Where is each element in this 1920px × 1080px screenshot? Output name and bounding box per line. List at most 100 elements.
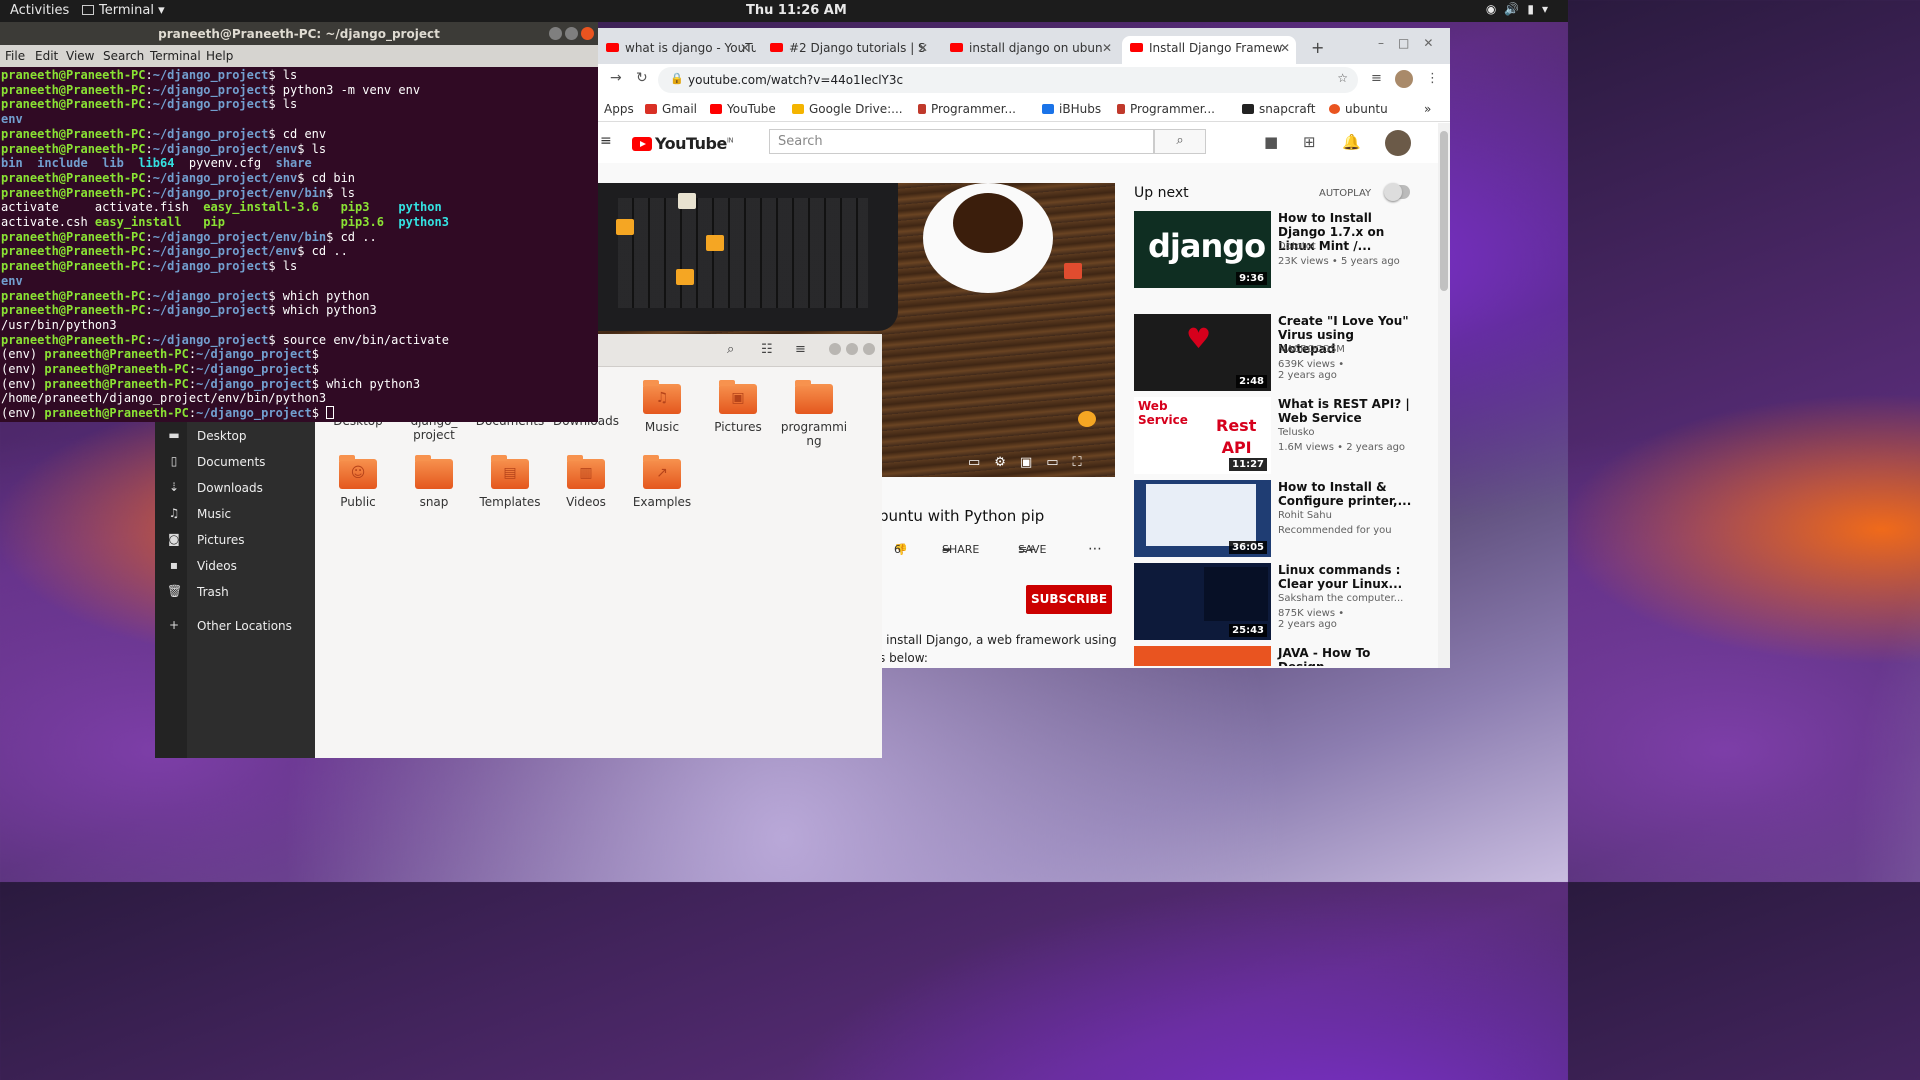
close-icon[interactable]: ✕ <box>1423 36 1447 50</box>
window-controls[interactable]: –□✕ <box>1378 36 1447 50</box>
folder-programming[interactable]: programmi ng <box>779 380 849 448</box>
youtube-logo[interactable]: YouTubeIN <box>632 134 734 153</box>
channel-name[interactable]: Telusko <box>1278 427 1314 438</box>
maximize-icon[interactable] <box>565 27 578 40</box>
tab-close-icon[interactable]: ✕ <box>918 41 928 55</box>
scrollbar-thumb[interactable] <box>1440 131 1448 291</box>
activities-button[interactable]: Activities <box>10 3 69 18</box>
folder-videos[interactable]: ▥ Videos <box>551 455 621 509</box>
video-thumbnail[interactable]: django 9:36 <box>1134 211 1271 288</box>
bookmark-snapcraft[interactable]: snapcraft <box>1242 102 1315 116</box>
bookmarks-overflow-button[interactable]: » <box>1424 102 1431 116</box>
page-scrollbar[interactable] <box>1438 123 1450 668</box>
fullscreen-icon[interactable]: ⛶ <box>1073 455 1096 470</box>
tab-close-icon[interactable]: ✕ <box>1280 41 1290 55</box>
new-tab-button[interactable]: + <box>1311 38 1324 57</box>
address-bar[interactable]: 🔒 youtube.com/watch?v=44o1IeclY3c ☆ <box>658 67 1358 93</box>
hamburger-menu-icon[interactable]: ≡ <box>600 133 612 149</box>
menu-edit[interactable]: Edit <box>35 49 58 63</box>
more-actions-icon[interactable]: ⋯ <box>1088 541 1102 557</box>
terminal-output[interactable]: praneeth@Praneeth-PC:~/django_project$ l… <box>1 68 449 421</box>
search-button[interactable]: ⌕ <box>1154 129 1206 154</box>
folder-music[interactable]: ♫ Music <box>627 380 697 434</box>
system-tray[interactable]: ◉🔊▮▾ <box>1486 2 1556 16</box>
reload-icon[interactable]: ↻ <box>636 70 648 86</box>
menu-view[interactable]: View <box>66 49 94 63</box>
folder-examples[interactable]: ↗ Examples <box>627 455 697 509</box>
recommended-video[interactable]: 25:43 Linux commands : Clear your Linux.… <box>1134 563 1418 641</box>
sidebar-item-downloads[interactable]: ⇣ Downloads <box>155 476 315 500</box>
recommended-video[interactable]: ♥ 2:48 Create "I Love You" Virus using No… <box>1134 314 1418 392</box>
bookmark-youtube[interactable]: YouTube <box>710 102 776 116</box>
browser-tab[interactable]: install django on ubun ✕ <box>942 36 1118 64</box>
recommended-video[interactable]: django 9:36 How to Install Django 1.7.x o… <box>1134 211 1418 289</box>
channel-name[interactable]: MACROCOSM <box>1278 344 1345 355</box>
autoplay-toggle[interactable] <box>1384 183 1410 201</box>
video-thumbnail[interactable]: 25:43 <box>1134 563 1271 640</box>
sidebar-item-desktop[interactable]: ▬ Desktop <box>155 424 315 448</box>
recommended-video[interactable]: 36:05 How to Install & Configure printer… <box>1134 480 1418 558</box>
menu-terminal[interactable]: Terminal <box>150 49 201 63</box>
minimize-icon[interactable]: – <box>1378 36 1398 50</box>
recommended-video[interactable]: Web Service Rest API 11:27 What is REST API… <box>1134 397 1418 475</box>
search-input[interactable]: Search <box>769 129 1154 154</box>
channel-name[interactable]: Rohit Sahu <box>1278 510 1332 521</box>
video-thumbnail[interactable] <box>1134 646 1271 666</box>
bookmark-ubuntu[interactable]: ubuntu <box>1329 102 1388 116</box>
terminal-titlebar[interactable]: praneeth@Praneeth-PC: ~/django_project <box>0 22 598 45</box>
menu-search[interactable]: Search <box>103 49 144 63</box>
sidebar-item-trash[interactable]: 🗑 Trash <box>155 580 315 604</box>
maximize-icon[interactable]: □ <box>1398 36 1423 50</box>
theater-mode-icon[interactable]: ▭ <box>1046 455 1072 470</box>
forward-icon[interactable]: → <box>610 70 622 86</box>
bookmark-ibhubs[interactable]: iBHubs <box>1042 102 1101 116</box>
more-menu-icon[interactable]: ⋮ <box>1426 71 1439 86</box>
folder-pictures[interactable]: ▣ Pictures <box>703 380 773 434</box>
menu-help[interactable]: Help <box>206 49 233 63</box>
video-thumbnail[interactable]: Web Service Rest API 11:27 <box>1134 397 1271 474</box>
browser-tab-active[interactable]: Install Django Framew ✕ <box>1122 36 1296 64</box>
minimize-icon[interactable] <box>829 343 841 355</box>
bookmark-google-drive[interactable]: Google Drive:... <box>792 102 903 116</box>
account-avatar[interactable] <box>1385 130 1411 156</box>
channel-name[interactable]: Saksham the computer... <box>1278 593 1403 604</box>
menu-icon[interactable]: ≡ <box>795 342 806 357</box>
channel-name[interactable]: Dototot <box>1278 241 1316 252</box>
folder-public[interactable]: ☺ Public <box>323 455 393 509</box>
sidebar-item-documents[interactable]: ▯ Documents <box>155 450 315 474</box>
profile-avatar[interactable] <box>1395 70 1413 88</box>
video-title[interactable]: What is REST API? | Web Service <box>1278 397 1414 425</box>
sidebar-item-pictures[interactable]: ◙ Pictures <box>155 528 315 552</box>
subscribe-button[interactable]: SUBSCRIBE <box>1026 585 1112 614</box>
create-video-icon[interactable]: ■ <box>1264 133 1278 151</box>
bookmark-gmail[interactable]: Gmail <box>645 102 697 116</box>
bookmark-star-icon[interactable]: ☆ <box>1337 71 1348 85</box>
video-thumbnail[interactable]: ♥ 2:48 <box>1134 314 1271 391</box>
sidebar-item-other-locations[interactable]: + Other Locations <box>155 614 315 638</box>
notifications-bell-icon[interactable]: 🔔 <box>1342 133 1361 151</box>
browser-tab[interactable]: what is django - YouTu ✕ <box>598 36 756 64</box>
settings-gear-icon[interactable]: ⚙ <box>994 455 1020 470</box>
clock[interactable]: Thu 11:26 AM <box>746 3 847 18</box>
sidebar-item-music[interactable]: ♫ Music <box>155 502 315 526</box>
video-title[interactable]: Linux commands : Clear your Linux... <box>1278 563 1414 591</box>
apps-grid-icon[interactable]: ⊞ <box>1303 133 1316 151</box>
close-icon[interactable] <box>863 343 875 355</box>
reading-list-icon[interactable]: ≡ <box>1371 71 1382 86</box>
video-title[interactable]: How to Install & Configure printer,... <box>1278 480 1414 508</box>
app-menu-terminal[interactable]: Terminal ▾ <box>82 3 165 18</box>
close-icon[interactable] <box>581 27 594 40</box>
folder-snap[interactable]: snap <box>399 455 469 509</box>
terminal-window[interactable]: praneeth@Praneeth-PC: ~/django_project F… <box>0 22 598 422</box>
sidebar-item-videos[interactable]: ▪ Videos <box>155 554 315 578</box>
minimize-icon[interactable] <box>549 27 562 40</box>
captions-icon[interactable]: ▭ <box>968 455 994 470</box>
folder-templates[interactable]: ▤ Templates <box>475 455 545 509</box>
tab-close-icon[interactable]: ✕ <box>1102 41 1112 55</box>
video-thumbnail[interactable]: 36:05 <box>1134 480 1271 557</box>
menu-file[interactable]: File <box>5 49 25 63</box>
recommended-video[interactable]: JAVA - How To Design <box>1134 646 1418 666</box>
maximize-icon[interactable] <box>846 343 858 355</box>
bookmark-programmer-2[interactable]: Programmer... <box>1117 102 1215 116</box>
tab-close-icon[interactable]: ✕ <box>740 41 750 55</box>
